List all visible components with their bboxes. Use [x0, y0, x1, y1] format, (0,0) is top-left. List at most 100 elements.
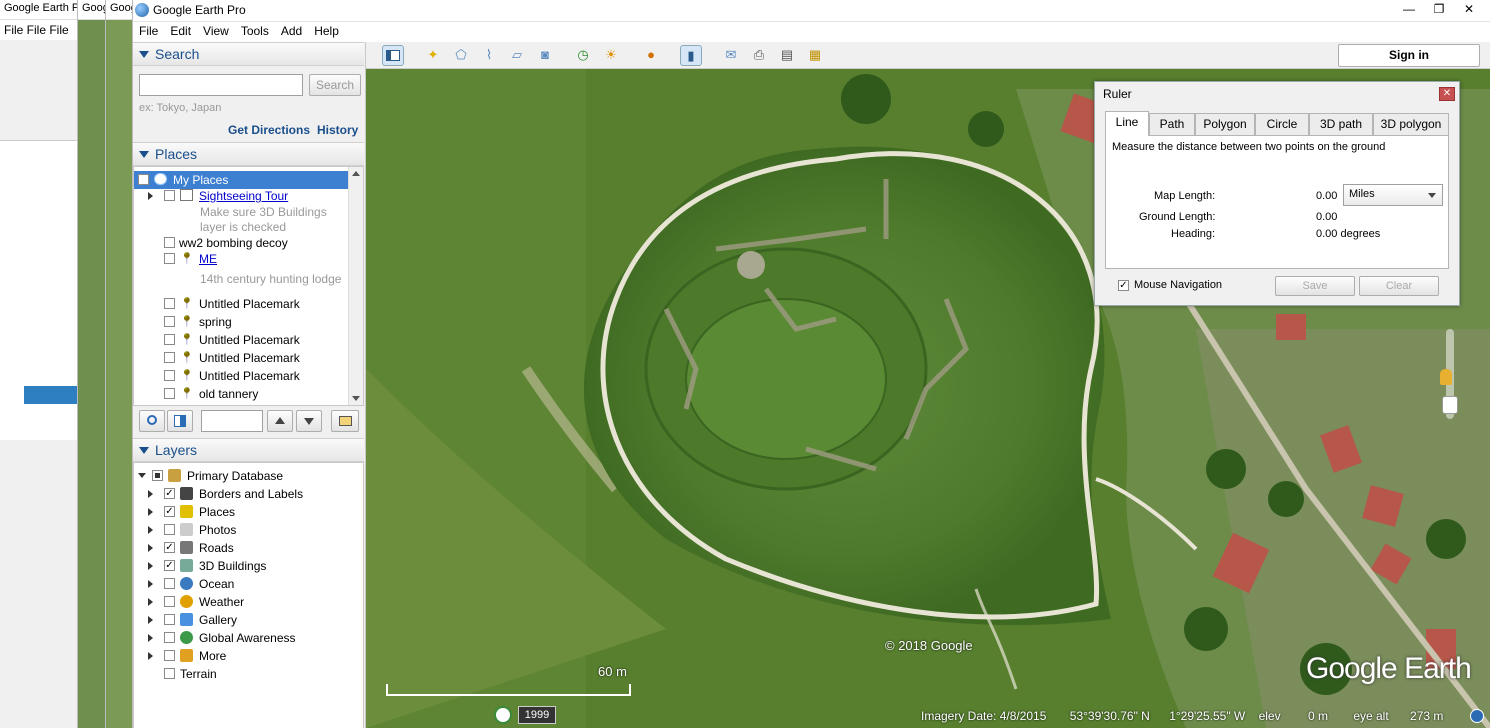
- expand-arrow-icon[interactable]: [148, 508, 153, 516]
- places-item[interactable]: 📍 old tannery: [134, 385, 348, 403]
- place-checkbox[interactable]: [138, 174, 149, 185]
- places-item-label[interactable]: ME: [199, 252, 217, 266]
- layer-checkbox[interactable]: ✓: [164, 560, 175, 571]
- layer-checkbox[interactable]: [164, 524, 175, 535]
- layer-item[interactable]: Terrain: [134, 665, 362, 683]
- expand-arrow-icon[interactable]: [148, 634, 153, 642]
- expand-arrow-icon[interactable]: [138, 473, 146, 478]
- layer-item[interactable]: Weather: [134, 593, 362, 611]
- sign-in-button[interactable]: Sign in: [1338, 44, 1480, 67]
- print-button[interactable]: ⎙: [748, 45, 770, 66]
- switch-planet-button[interactable]: ●: [640, 45, 662, 66]
- save-image-button[interactable]: ▤: [776, 45, 798, 66]
- places-item[interactable]: 📍 Untitled Placemark: [134, 331, 348, 349]
- ruler-tab-3d-path[interactable]: 3D path: [1309, 113, 1373, 135]
- mouse-navigation-checkbox[interactable]: ✓: [1118, 280, 1129, 291]
- street-view-pegman-icon[interactable]: [1440, 369, 1452, 385]
- places-item-label[interactable]: Sightseeing Tour: [199, 189, 288, 203]
- layer-item[interactable]: More: [134, 647, 362, 665]
- search-button[interactable]: Search: [309, 74, 361, 96]
- layer-checkbox[interactable]: [164, 596, 175, 607]
- expand-arrow-icon[interactable]: [148, 598, 153, 606]
- place-checkbox[interactable]: [164, 253, 175, 264]
- places-item[interactable]: 📍 Untitled Placemark: [134, 295, 348, 313]
- places-tree[interactable]: My Places Sightseeing Tour Make sure 3D Bu…: [133, 166, 364, 406]
- get-directions-link[interactable]: Get Directions: [228, 123, 310, 137]
- layer-checkbox[interactable]: [164, 650, 175, 661]
- menu-help[interactable]: Help: [308, 22, 345, 38]
- place-checkbox[interactable]: [164, 370, 175, 381]
- status-globe-icon[interactable]: [1470, 709, 1484, 723]
- layer-item[interactable]: Primary Database: [134, 467, 362, 485]
- history-link[interactable]: History: [317, 123, 358, 137]
- place-checkbox[interactable]: [164, 190, 175, 201]
- places-panel-header[interactable]: Places: [133, 142, 364, 166]
- ruler-tab-path[interactable]: Path: [1149, 113, 1195, 135]
- ruler-tab-line[interactable]: Line: [1105, 111, 1149, 136]
- layer-item[interactable]: ✓ Borders and Labels: [134, 485, 362, 503]
- layer-item[interactable]: Photos: [134, 521, 362, 539]
- image-overlay-button[interactable]: ▱: [506, 45, 528, 66]
- ruler-button[interactable]: ▮: [680, 45, 702, 66]
- place-checkbox[interactable]: [164, 298, 175, 309]
- layers-panel-header[interactable]: Layers: [133, 438, 364, 462]
- email-button[interactable]: ✉: [720, 45, 742, 66]
- menu-add[interactable]: Add: [275, 22, 308, 38]
- imagery-year-badge[interactable]: 1999: [518, 706, 556, 724]
- historical-clock-icon[interactable]: [494, 706, 512, 724]
- layer-checkbox[interactable]: [164, 578, 175, 589]
- place-checkbox[interactable]: [164, 352, 175, 363]
- menu-view[interactable]: View: [197, 22, 235, 38]
- layer-checkbox[interactable]: [164, 632, 175, 643]
- search-places-button[interactable]: [139, 410, 165, 432]
- layer-checkbox[interactable]: [164, 668, 175, 679]
- menu-tools[interactable]: Tools: [235, 22, 275, 38]
- view-in-maps-button[interactable]: ▦: [804, 45, 826, 66]
- places-item[interactable]: 📍 Untitled Placemark: [134, 349, 348, 367]
- move-down-button[interactable]: [296, 410, 322, 432]
- menu-edit[interactable]: Edit: [164, 22, 197, 38]
- sidebar-toggle-button[interactable]: [382, 45, 404, 66]
- toggle-panel-button[interactable]: [167, 410, 193, 432]
- layer-item[interactable]: Gallery: [134, 611, 362, 629]
- layer-item[interactable]: ✓ Places: [134, 503, 362, 521]
- expand-arrow-icon[interactable]: [148, 562, 153, 570]
- place-checkbox[interactable]: [164, 334, 175, 345]
- ruler-tab-3d-polygon[interactable]: 3D polygon: [1373, 113, 1449, 135]
- add-placemark-button[interactable]: ✦: [422, 45, 444, 66]
- menu-file[interactable]: File: [133, 22, 164, 38]
- historical-imagery-button[interactable]: ◷: [572, 45, 594, 66]
- layer-item[interactable]: ✓ Roads: [134, 539, 362, 557]
- layer-checkbox[interactable]: [164, 614, 175, 625]
- close-window-button[interactable]: ✕: [1455, 0, 1483, 20]
- restore-button[interactable]: ❐: [1425, 0, 1453, 20]
- expand-arrow-icon[interactable]: [148, 544, 153, 552]
- folder-menu-button[interactable]: [331, 410, 359, 432]
- minimize-button[interactable]: —: [1395, 0, 1423, 20]
- ruler-close-button[interactable]: ✕: [1439, 87, 1455, 101]
- zoom-handle[interactable]: [1442, 396, 1458, 414]
- search-input[interactable]: [139, 74, 303, 96]
- expand-arrow-icon[interactable]: [148, 526, 153, 534]
- search-panel-header[interactable]: Search: [133, 42, 364, 66]
- record-tour-button[interactable]: ◙: [534, 45, 556, 66]
- layers-tree[interactable]: Primary Database ✓ Borders and Labels ✓ Plac…: [133, 462, 364, 728]
- place-checkbox[interactable]: [164, 316, 175, 327]
- place-checkbox[interactable]: [164, 388, 175, 399]
- places-item[interactable]: 📍 ME: [134, 250, 348, 268]
- expand-arrow-icon[interactable]: [148, 490, 153, 498]
- ruler-tab-circle[interactable]: Circle: [1255, 113, 1309, 135]
- layer-item[interactable]: Ocean: [134, 575, 362, 593]
- layer-item[interactable]: Global Awareness: [134, 629, 362, 647]
- layer-item[interactable]: ✓ 3D Buildings: [134, 557, 362, 575]
- places-item[interactable]: 📍 Untitled Placemark: [134, 367, 348, 385]
- ruler-tab-polygon[interactable]: Polygon: [1195, 113, 1255, 135]
- add-path-button[interactable]: ⌇: [478, 45, 500, 66]
- layer-checkbox[interactable]: ✓: [164, 488, 175, 499]
- unit-select[interactable]: Miles: [1343, 184, 1443, 206]
- expand-arrow-icon[interactable]: [148, 192, 153, 200]
- expand-arrow-icon[interactable]: [148, 616, 153, 624]
- move-up-button[interactable]: [267, 410, 293, 432]
- places-item[interactable]: 📍 spring: [134, 313, 348, 331]
- add-polygon-button[interactable]: ⬠: [450, 45, 472, 66]
